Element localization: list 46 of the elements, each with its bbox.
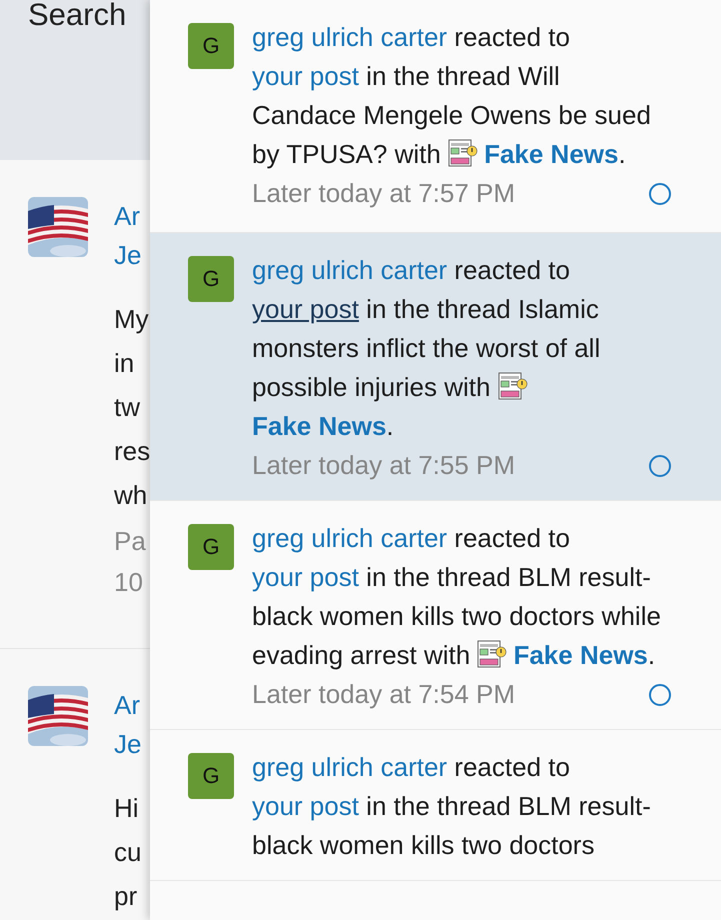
notification-text: greg ulrich carter reacted to your post in the thread Will Candace Mengele Owens be sued by TPUSA? with Fake News. [252,21,652,171]
post-title[interactable]: Je [114,236,142,275]
post-snippet: cu [114,836,142,869]
notification-time: Later today at 7:54 PM [252,678,516,711]
mark-read-button[interactable] [649,182,671,204]
notification-item[interactable]: G greg ulrich carter reacted to your post in the thread BLM result-black women kills two doctors [150,730,721,881]
newspaper-icon [498,371,528,401]
post-snippet: res [114,435,150,468]
user-link[interactable]: greg ulrich carter [252,255,448,285]
post-title[interactable]: Je [114,725,142,764]
notification-text: greg ulrich carter reacted to your post in the thread Islamic monsters inflict the worst of all possible injuries with Fake News. [252,254,602,443]
post-snippet: wh [114,479,148,512]
post-snippet: My [114,303,149,336]
notification-text: greg ulrich carter reacted to your post in the thread BLM result-black women kills two doctors [252,751,652,862]
search-label: Search [28,0,126,30]
post-link[interactable]: your post [252,294,359,324]
post-meta: 10 [114,566,143,599]
notification-item[interactable]: G greg ulrich carter reacted to your post in the thread BLM result-black women kills two doctors while evading arrest with Fake News. Later today at 7:54 PM [150,501,721,730]
post-snippet: Hi [114,792,139,825]
user-link[interactable]: greg ulrich carter [252,752,448,782]
notification-time: Later today at 7:55 PM [252,449,516,482]
notification-time: Later today at 7:57 PM [252,177,516,210]
post-snippet: pr [114,880,138,913]
user-avatar[interactable]: G [188,256,234,302]
mark-read-button[interactable] [649,684,671,706]
user-link[interactable]: greg ulrich carter [252,22,448,52]
user-avatar[interactable]: G [188,23,234,69]
reaction-link[interactable]: Fake News [484,139,618,169]
reaction-link[interactable]: Fake News [252,411,386,441]
newspaper-icon [477,639,508,669]
post-snippet: in [114,347,134,380]
user-link[interactable]: greg ulrich carter [252,523,448,553]
mark-read-button[interactable] [649,454,671,476]
reaction-link[interactable]: Fake News [513,640,648,670]
user-avatar[interactable]: G [188,524,234,570]
newspaper-icon [448,138,478,168]
post-snippet: tw [114,391,140,424]
post-link[interactable]: your post [252,791,359,821]
post-title[interactable]: Ar [114,686,140,725]
post-title[interactable]: Ar [114,197,140,236]
user-avatar[interactable]: G [188,753,234,799]
post-meta: Pa [114,525,146,558]
post-link[interactable]: your post [252,61,359,91]
post-link[interactable]: your post [252,562,359,592]
notification-item[interactable]: G greg ulrich carter reacted to your post in the thread Islamic monsters inflict the worst of all possible injuries with Fake News. Later today at 7:55 PM [150,233,721,501]
notification-text: greg ulrich carter reacted to your post in the thread BLM result-black women kills two doctors while evading arrest with Fake News. [252,522,662,672]
